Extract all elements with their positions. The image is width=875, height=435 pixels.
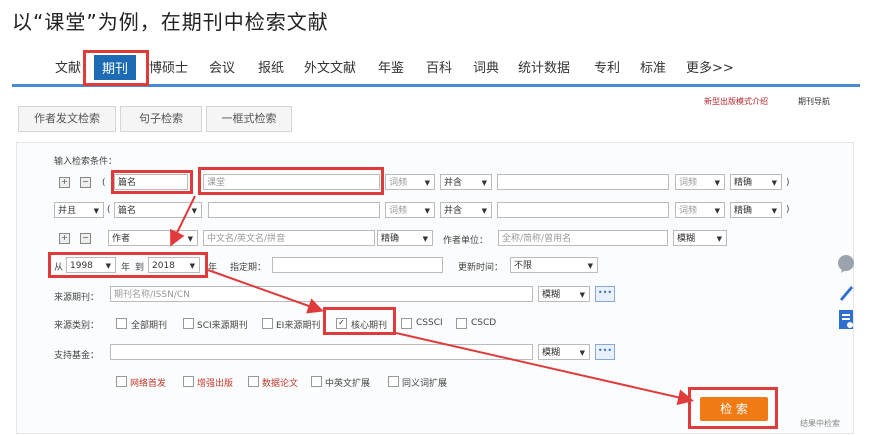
annotation-arrows <box>170 195 694 406</box>
